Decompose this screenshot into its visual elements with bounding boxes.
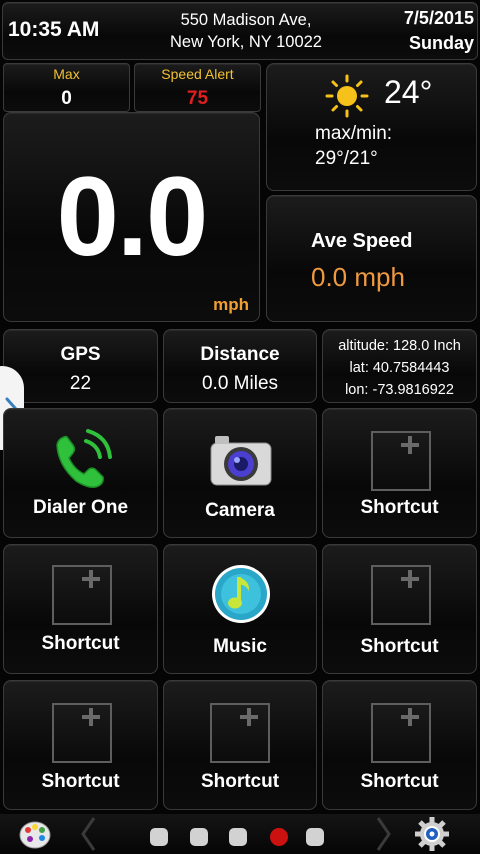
tile-label: Shortcut xyxy=(360,771,439,792)
speed-alert-panel[interactable]: Speed Alert 75 xyxy=(134,63,261,112)
page-indicator-1[interactable] xyxy=(150,828,168,846)
add-shortcut-icon xyxy=(52,565,112,625)
distance-panel[interactable]: Distance 0.0 Miles xyxy=(163,329,317,403)
tile-shortcut-3[interactable]: Shortcut xyxy=(322,544,477,674)
chevron-right-icon[interactable] xyxy=(376,816,392,852)
add-shortcut-icon xyxy=(52,703,112,763)
maxmin-label: max/min: xyxy=(315,123,393,144)
page-indicator-2[interactable] xyxy=(190,828,208,846)
speed-unit: mph xyxy=(213,295,249,314)
page-indicator-3[interactable] xyxy=(229,828,247,846)
weekday: Sunday xyxy=(408,33,474,53)
date-block: 7/5/2015 Sunday xyxy=(374,6,474,56)
tile-shortcut-2[interactable]: Shortcut xyxy=(3,544,158,674)
maxmin-value: 29°/21° xyxy=(315,148,378,169)
tile-label: Shortcut xyxy=(360,636,439,657)
distance-value: 0.0 Miles xyxy=(201,373,279,394)
speed-alert-value: 75 xyxy=(186,88,209,109)
add-shortcut-icon xyxy=(371,431,431,491)
add-shortcut-icon xyxy=(371,565,431,625)
date: 7/5/2015 xyxy=(403,8,474,28)
speed-alert-label: Speed Alert xyxy=(161,66,234,82)
address-line1: 550 Madison Ave, xyxy=(180,11,312,29)
page-indicator-4-active[interactable] xyxy=(270,828,288,846)
gps-panel[interactable]: GPS 22 xyxy=(3,329,158,403)
camera-icon xyxy=(210,436,272,486)
temperature: 24° xyxy=(384,74,433,110)
tile-label: Shortcut xyxy=(360,497,439,518)
address: 550 Madison Ave, New York, NY 10022 xyxy=(150,9,342,53)
page-indicator-5[interactable] xyxy=(306,828,324,846)
tile-label: Shortcut xyxy=(41,771,120,792)
latitude: lat: 40.7584443 xyxy=(349,360,450,376)
ave-speed-label: Ave Speed xyxy=(311,230,413,252)
add-shortcut-icon xyxy=(371,703,431,763)
weather-panel[interactable]: 24° max/min: 29°/21° xyxy=(266,63,477,191)
altitude: altitude: 128.0 Inch xyxy=(338,338,461,354)
chevron-left-icon[interactable] xyxy=(80,816,96,852)
gps-value: 22 xyxy=(69,373,92,394)
tile-shortcut-1[interactable]: Shortcut xyxy=(322,408,477,538)
distance-label: Distance xyxy=(200,344,280,365)
tile-label: Shortcut xyxy=(41,633,120,654)
sun-icon xyxy=(325,74,369,118)
settings-gear-icon[interactable] xyxy=(414,816,450,852)
tile-shortcut-5[interactable]: Shortcut xyxy=(163,680,317,810)
location-panel[interactable]: altitude: 128.0 Inch lat: 40.7584443 lon… xyxy=(322,329,477,403)
address-line2: New York, NY 10022 xyxy=(170,33,322,51)
tile-label: Dialer One xyxy=(32,497,129,518)
longitude: lon: -73.9816922 xyxy=(345,382,454,398)
tile-camera[interactable]: Camera xyxy=(163,408,317,538)
music-note-icon xyxy=(212,565,270,623)
clock: 10:35 AM xyxy=(8,18,100,41)
tile-music[interactable]: Music xyxy=(163,544,317,674)
max-speed-panel[interactable]: Max 0 xyxy=(3,63,130,112)
max-label: Max xyxy=(53,66,80,82)
palette-icon[interactable] xyxy=(18,818,52,852)
tile-label: Shortcut xyxy=(200,771,280,792)
ave-speed-panel[interactable]: Ave Speed 0.0 mph xyxy=(266,195,477,322)
speedometer-panel[interactable]: 0.0 mph xyxy=(3,112,260,322)
tile-label: Music xyxy=(213,636,267,657)
phone-icon xyxy=(56,429,112,488)
tile-dialer-one[interactable]: Dialer One xyxy=(3,408,158,538)
add-shortcut-icon xyxy=(210,703,270,763)
tile-label: Camera xyxy=(205,500,275,521)
tile-shortcut-4[interactable]: Shortcut xyxy=(3,680,158,810)
ave-speed-value: 0.0 mph xyxy=(311,262,405,292)
current-speed: 0.0 xyxy=(56,154,209,279)
max-value: 0 xyxy=(61,88,72,109)
gps-label: GPS xyxy=(60,344,101,365)
tile-shortcut-6[interactable]: Shortcut xyxy=(322,680,477,810)
